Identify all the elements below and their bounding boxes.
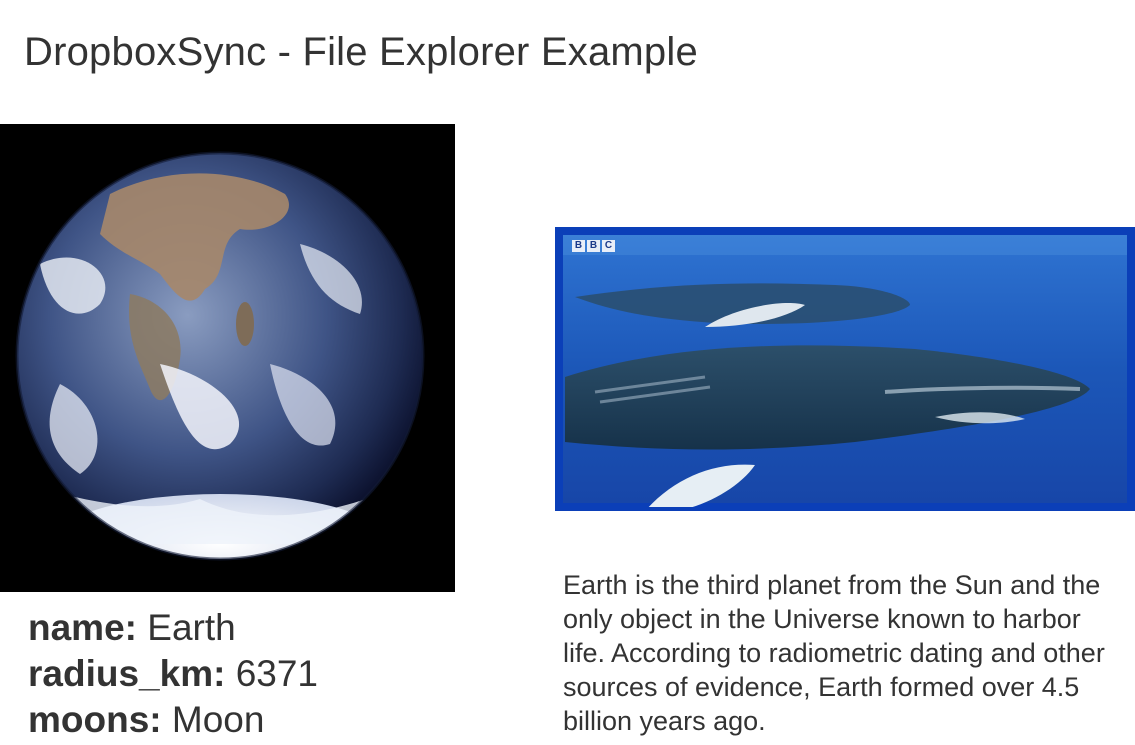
- properties-list: name: Earth radius_km: 6371 moons: Moon: [28, 605, 318, 743]
- property-name: name: Earth: [28, 607, 236, 648]
- whale-video[interactable]: B B C: [555, 227, 1135, 511]
- description-text: Earth is the third planet from the Sun a…: [563, 570, 1105, 736]
- earth-image: [0, 124, 455, 592]
- bbc-watermark: B B C: [572, 240, 615, 252]
- property-moons: moons: Moon: [28, 699, 265, 740]
- property-radius: radius_km: 6371: [28, 653, 319, 694]
- page-title: DropboxSync - File Explorer Example: [24, 30, 698, 74]
